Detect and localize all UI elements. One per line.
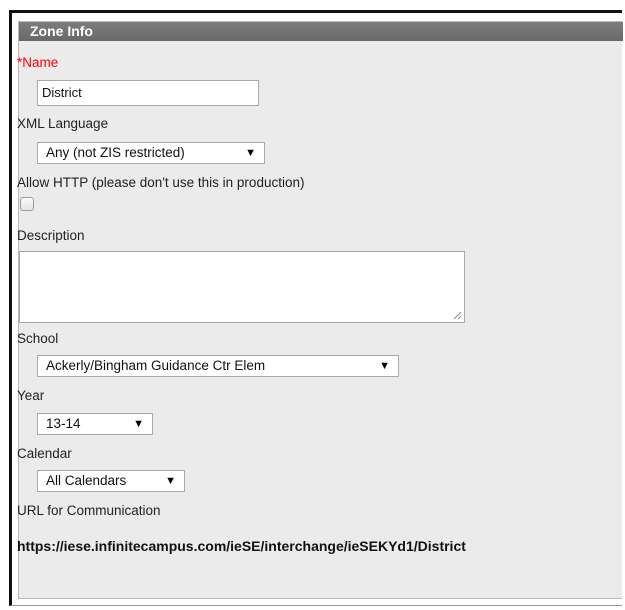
year-selected: 13-14 bbox=[46, 416, 81, 431]
chevron-down-icon: ▼ bbox=[379, 360, 390, 372]
year-label: Year bbox=[17, 388, 45, 403]
url-value: https://iese.infinitecampus.com/ieSE/int… bbox=[17, 538, 466, 554]
xml-language-label: XML Language bbox=[17, 116, 109, 131]
calendar-label: Calendar bbox=[17, 446, 72, 461]
school-label: School bbox=[17, 331, 59, 346]
name-label: *Name bbox=[17, 55, 59, 70]
allow-http-checkbox[interactable] bbox=[20, 197, 34, 211]
panel-title: Zone Info bbox=[19, 22, 623, 41]
description-textarea[interactable] bbox=[19, 251, 465, 323]
xml-language-selected: Any (not ZIS restricted) bbox=[46, 145, 185, 160]
chevron-down-icon: ▼ bbox=[165, 475, 176, 487]
xml-language-select[interactable]: Any (not ZIS restricted) ▼ bbox=[37, 142, 265, 164]
calendar-select[interactable]: All Calendars ▼ bbox=[37, 470, 185, 492]
allow-http-label: Allow HTTP (please don't use this in pro… bbox=[17, 175, 305, 190]
description-label: Description bbox=[17, 228, 85, 243]
year-select[interactable]: 13-14 ▼ bbox=[37, 413, 153, 435]
school-selected: Ackerly/Bingham Guidance Ctr Elem bbox=[46, 358, 266, 373]
url-label: URL for Communication bbox=[17, 503, 161, 518]
chevron-down-icon: ▼ bbox=[133, 418, 144, 430]
chevron-down-icon: ▼ bbox=[245, 147, 256, 159]
resize-grip-icon[interactable] bbox=[453, 311, 462, 320]
name-input[interactable]: District bbox=[37, 80, 259, 106]
school-select[interactable]: Ackerly/Bingham Guidance Ctr Elem ▼ bbox=[37, 355, 399, 377]
calendar-selected: All Calendars bbox=[46, 473, 127, 488]
